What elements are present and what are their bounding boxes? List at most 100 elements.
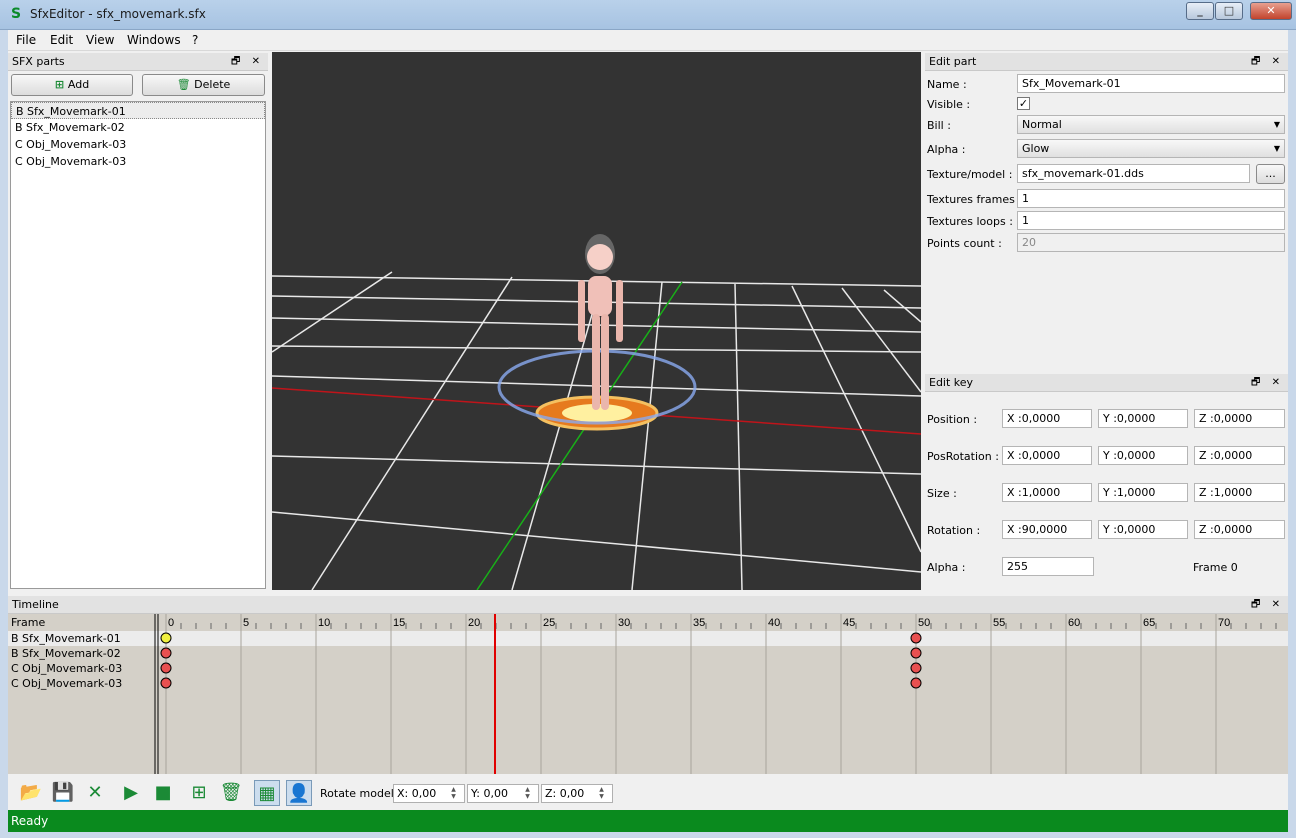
list-item[interactable]: B Sfx_Movemark-02 [11, 119, 265, 136]
list-item[interactable]: B Sfx_Movemark-01 [11, 102, 265, 119]
textures-frames-field[interactable]: 1 [1017, 189, 1285, 208]
timeline-tick-label: 70 [1218, 617, 1230, 629]
key-alpha-label: Alpha : [927, 561, 966, 574]
rotation-z-field[interactable]: Z :0,0000 [1194, 520, 1285, 539]
title-bar: S SfxEditor - sfx_movemark.sfx _ □ ✕ [0, 0, 1296, 30]
open-folder-icon[interactable]: 📂 [18, 780, 44, 806]
app-icon: S [10, 6, 22, 22]
posrotation-z-field[interactable]: Z :0,0000 [1194, 446, 1285, 465]
posrotation-x-field[interactable]: X :0,0000 [1002, 446, 1092, 465]
sfx-parts-panel: SFX parts 🗗 ✕ ⊞ Add 🗑 Delete B Sfx_Movem… [8, 53, 268, 591]
timeline-panel: Timeline 🗗 ✕ Frame B Sfx_Movemark-01 B S… [8, 596, 1288, 776]
texture-field[interactable]: sfx_movemark-01.dds [1017, 164, 1250, 183]
list-item[interactable]: C Obj_Movemark-03 [11, 153, 265, 170]
timeline-tick-label: 30 [618, 617, 630, 629]
minimize-button[interactable]: _ [1186, 2, 1214, 20]
visible-checkbox[interactable]: ✓ [1017, 97, 1030, 110]
panel-title: Edit key [929, 376, 974, 389]
scene-grid [272, 234, 921, 590]
size-x-field[interactable]: X :1,0000 [1002, 483, 1092, 502]
menu-bar: File Edit View Windows ? [8, 30, 1288, 51]
alpha-select[interactable]: Glow [1017, 139, 1285, 158]
status-bar: Ready [8, 810, 1288, 832]
float-close-icons[interactable]: 🗗 ✕ [1251, 374, 1284, 392]
close-x-icon[interactable]: ✕ [82, 780, 108, 806]
size-z-field[interactable]: Z :1,0000 [1194, 483, 1285, 502]
delete-key-icon[interactable]: 🗑 [218, 780, 244, 806]
timeline-tick-label: 45 [843, 617, 855, 629]
timeline-tick-label: 50 [918, 617, 930, 629]
float-close-icons[interactable]: 🗗 ✕ [231, 53, 264, 71]
rotation-y-field[interactable]: Y :0,0000 [1098, 520, 1188, 539]
close-window-button[interactable]: ✕ [1250, 2, 1292, 20]
float-close-icons[interactable]: 🗗 ✕ [1251, 596, 1284, 614]
position-x-field[interactable]: X :0,0000 [1002, 409, 1092, 428]
menu-windows[interactable]: Windows [127, 33, 181, 47]
parts-list: B Sfx_Movemark-01 B Sfx_Movemark-02 C Ob… [10, 101, 266, 589]
position-label: Position : [927, 413, 978, 426]
bottom-toolbar: 📂 💾 ✕ ▶ ■ ⊞ 🗑 ▦ 👤 Rotate model : X: 0,00… [8, 776, 1288, 810]
keyframe-marker [910, 677, 922, 689]
panel-header: SFX parts 🗗 ✕ [8, 53, 268, 71]
texture-label: Texture/model : [927, 168, 1013, 181]
menu-view[interactable]: View [86, 33, 114, 47]
stop-icon[interactable]: ■ [150, 780, 176, 806]
panel-header: Timeline 🗗 ✕ [8, 596, 1288, 614]
rotation-x-field[interactable]: X :90,0000 [1002, 520, 1092, 539]
keyframe-marker [910, 662, 922, 674]
3d-viewport[interactable] [272, 52, 921, 590]
keyframe-marker [910, 632, 922, 644]
name-field[interactable]: Sfx_Movemark-01 [1017, 74, 1285, 93]
rotation-label: Rotation : [927, 524, 981, 537]
rotate-z-spinbox[interactable]: Z: 0,00 [541, 784, 613, 803]
name-label: Name : [927, 78, 967, 91]
timeline-tick-label: 25 [543, 617, 555, 629]
maximize-button[interactable]: □ [1215, 2, 1243, 20]
timeline-tick-label: 0 [168, 617, 174, 629]
timeline-track: 0 5 10 15 20 25 30 35 40 45 50 55 60 65 70 [154, 614, 1277, 774]
points-count-field: 20 [1017, 233, 1285, 252]
textures-loops-label: Textures loops : [927, 215, 1013, 228]
posrotation-y-field[interactable]: Y :0,0000 [1098, 446, 1188, 465]
save-icon[interactable]: 💾 [50, 780, 76, 806]
size-y-field[interactable]: Y :1,0000 [1098, 483, 1188, 502]
timeline-body[interactable]: Frame B Sfx_Movemark-01 B Sfx_Movemark-0… [8, 614, 1288, 774]
rotate-y-spinbox[interactable]: Y: 0,00 [467, 784, 539, 803]
frame-indicator: Frame 0 [1193, 561, 1238, 574]
timeline-tick-label: 15 [393, 617, 405, 629]
rotate-x-spinbox[interactable]: X: 0,00 [393, 784, 465, 803]
key-alpha-field[interactable]: 255 [1002, 557, 1094, 576]
panel-title: Timeline [12, 598, 59, 611]
position-z-field[interactable]: Z :0,0000 [1194, 409, 1285, 428]
textures-frames-label: Textures frames : [927, 193, 1023, 206]
visible-label: Visible : [927, 98, 971, 111]
timeline-tick-label: 55 [993, 617, 1005, 629]
add-key-icon[interactable]: ⊞ [186, 780, 212, 806]
panel-title: SFX parts [12, 55, 65, 68]
timeline-tick-label: 65 [1143, 617, 1155, 629]
position-y-field[interactable]: Y :0,0000 [1098, 409, 1188, 428]
model-toggle-icon[interactable]: 👤 [286, 780, 312, 806]
add-part-button[interactable]: ⊞ Add [11, 74, 133, 96]
timeline-tick-label: 5 [243, 617, 249, 629]
keyframe-marker [160, 662, 172, 674]
menu-help[interactable]: ? [192, 33, 198, 47]
textures-loops-field[interactable]: 1 [1017, 211, 1285, 230]
keyframe-marker [160, 647, 172, 659]
keyframe-marker [910, 647, 922, 659]
menu-edit[interactable]: Edit [50, 33, 73, 47]
browse-texture-button[interactable]: ... [1256, 164, 1285, 184]
grid-toggle-icon[interactable]: ▦ [254, 780, 280, 806]
keyframe-marker [160, 632, 172, 644]
window-title: SfxEditor - sfx_movemark.sfx [30, 7, 206, 21]
menu-file[interactable]: File [16, 33, 36, 47]
list-item[interactable]: C Obj_Movemark-03 [11, 136, 265, 153]
float-close-icons[interactable]: 🗗 ✕ [1251, 53, 1284, 71]
posrotation-label: PosRotation : [927, 450, 999, 463]
bill-select[interactable]: Normal [1017, 115, 1285, 134]
play-icon[interactable]: ▶ [118, 780, 144, 806]
panel-header: Edit key 🗗 ✕ [925, 374, 1288, 392]
timeline-tick-label: 40 [768, 617, 780, 629]
delete-part-button[interactable]: 🗑 Delete [142, 74, 265, 96]
add-label: Add [67, 78, 90, 91]
